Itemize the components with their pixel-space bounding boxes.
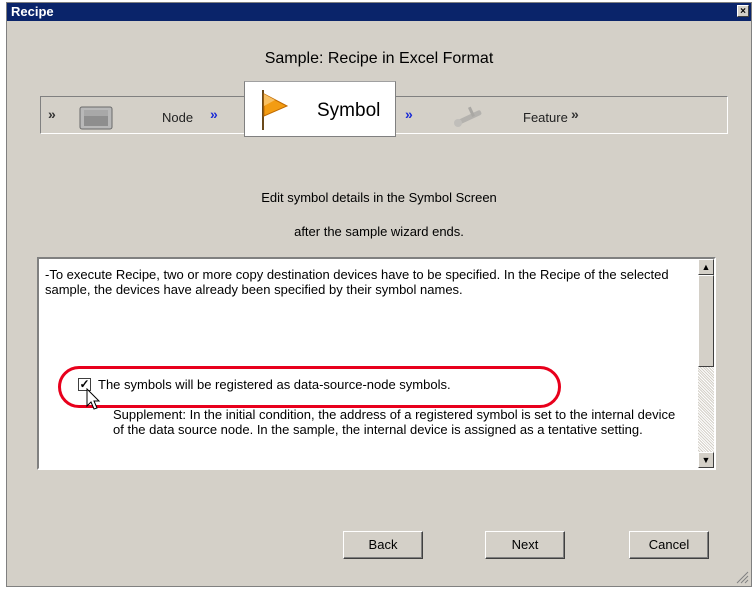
resize-grip-icon[interactable] bbox=[735, 570, 749, 584]
chevron-right-icon: » bbox=[405, 106, 413, 122]
back-button[interactable]: Back bbox=[343, 531, 423, 559]
wizard-step-bar: » Node » Symbol » Feature » bbox=[40, 81, 728, 137]
supplement-text: Supplement: In the initial condition, th… bbox=[113, 407, 676, 437]
chevron-right-icon: » bbox=[210, 106, 218, 122]
description-line-2: after the sample wizard ends. bbox=[294, 224, 464, 239]
recipe-dialog: Recipe × Sample: Recipe in Excel Format … bbox=[6, 2, 752, 587]
tool-icon bbox=[454, 106, 482, 127]
step-symbol-active: Symbol bbox=[244, 81, 396, 137]
chevron-right-icon: » bbox=[48, 106, 56, 122]
info-paragraph: -To execute Recipe, two or more copy des… bbox=[45, 267, 669, 297]
scroll-down-icon[interactable]: ▼ bbox=[698, 452, 714, 468]
flag-icon bbox=[262, 90, 289, 130]
close-icon[interactable]: × bbox=[737, 5, 749, 17]
step-feature-label: Feature bbox=[523, 110, 568, 125]
register-symbols-label[interactable]: The symbols will be registered as data-s… bbox=[98, 377, 451, 392]
description-line-1: Edit symbol details in the Symbol Screen bbox=[261, 190, 497, 205]
title-bar[interactable]: Recipe × bbox=[7, 3, 751, 21]
scroll-thumb[interactable] bbox=[698, 275, 714, 367]
chevron-right-icon: » bbox=[571, 106, 579, 122]
page-title: Sample: Recipe in Excel Format bbox=[264, 50, 494, 67]
step-symbol-label: Symbol bbox=[317, 100, 381, 121]
cancel-button[interactable]: Cancel bbox=[629, 531, 709, 559]
monitor-icon bbox=[79, 106, 113, 130]
mouse-pointer-icon bbox=[86, 388, 101, 410]
info-text-area[interactable]: -To execute Recipe, two or more copy des… bbox=[37, 257, 716, 470]
window-title: Recipe bbox=[11, 4, 54, 19]
scroll-up-icon[interactable]: ▲ bbox=[698, 259, 714, 275]
step-node-label: Node bbox=[162, 110, 194, 125]
next-button[interactable]: Next bbox=[485, 531, 565, 559]
scroll-track[interactable] bbox=[698, 367, 714, 452]
vertical-scrollbar[interactable]: ▲ ▼ bbox=[698, 259, 714, 468]
